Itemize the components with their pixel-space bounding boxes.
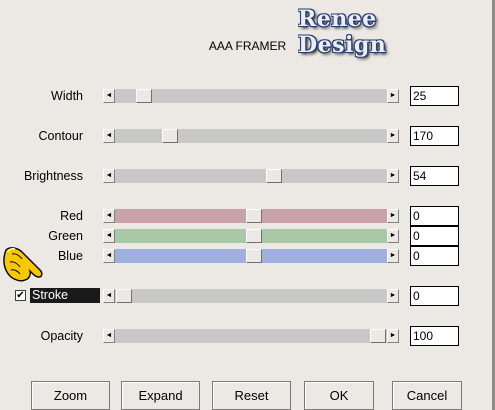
stroke-slider-right-arrow[interactable]: ►: [387, 289, 399, 303]
blue-slider[interactable]: ◄ ►: [103, 249, 399, 263]
zoom-button[interactable]: Zoom: [31, 381, 110, 410]
reset-button[interactable]: Reset: [212, 381, 291, 410]
contour-label: Contour: [38, 129, 83, 143]
expand-button[interactable]: Expand: [121, 381, 200, 410]
blue-value-field[interactable]: 0: [410, 246, 459, 266]
blue-label: Blue: [57, 249, 83, 263]
green-slider-left-arrow[interactable]: ◄: [103, 229, 115, 243]
ok-button[interactable]: OK: [304, 381, 374, 410]
red-value-field[interactable]: 0: [410, 206, 459, 226]
brightness-slider[interactable]: ◄ ►: [103, 169, 399, 183]
red-label: Red: [60, 209, 83, 223]
brightness-slider-right-arrow[interactable]: ►: [387, 169, 399, 183]
stroke-slider-left-arrow[interactable]: ◄: [103, 289, 115, 303]
pointing-hand-icon: [3, 247, 43, 282]
blue-slider-thumb[interactable]: [245, 249, 262, 263]
width-slider[interactable]: ◄ ►: [103, 89, 399, 103]
green-slider[interactable]: ◄ ►: [103, 229, 399, 243]
stroke-slider-thumb[interactable]: [116, 289, 132, 303]
width-value-field[interactable]: 25: [410, 86, 459, 106]
stroke-slider[interactable]: ◄ ►: [103, 289, 399, 303]
dialog-title: AAA FRAMER: [208, 39, 287, 53]
opacity-slider-right-arrow[interactable]: ►: [387, 329, 399, 343]
blue-slider-left-arrow[interactable]: ◄: [103, 249, 115, 263]
blue-slider-right-arrow[interactable]: ►: [387, 249, 399, 263]
brightness-slider-left-arrow[interactable]: ◄: [103, 169, 115, 183]
opacity-slider[interactable]: ◄ ►: [103, 329, 399, 343]
width-slider-thumb[interactable]: [136, 89, 153, 103]
brightness-label: Brightness: [23, 169, 83, 183]
opacity-label: Opacity: [40, 329, 83, 343]
green-slider-right-arrow[interactable]: ►: [387, 229, 399, 243]
brightness-slider-thumb[interactable]: [265, 169, 282, 183]
brightness-value-field[interactable]: 54: [410, 166, 459, 186]
red-slider-thumb[interactable]: [245, 209, 262, 223]
opacity-value-field[interactable]: 100: [410, 326, 459, 346]
red-slider[interactable]: ◄ ►: [103, 209, 399, 223]
cancel-button[interactable]: Cancel: [392, 381, 462, 410]
width-slider-right-arrow[interactable]: ►: [387, 89, 399, 103]
width-label: Width: [51, 89, 83, 103]
watermark-logo: Renee Design: [298, 6, 387, 58]
stroke-checkbox[interactable]: ✔: [15, 290, 26, 301]
width-slider-left-arrow[interactable]: ◄: [103, 89, 115, 103]
stroke-value-field[interactable]: 0: [410, 286, 459, 306]
green-label: Green: [48, 229, 83, 243]
opacity-slider-thumb[interactable]: [370, 329, 386, 343]
red-slider-left-arrow[interactable]: ◄: [103, 209, 115, 223]
opacity-slider-left-arrow[interactable]: ◄: [103, 329, 115, 343]
red-slider-right-arrow[interactable]: ►: [387, 209, 399, 223]
contour-slider-thumb[interactable]: [161, 129, 178, 143]
green-value-field[interactable]: 0: [410, 226, 459, 246]
contour-slider-right-arrow[interactable]: ►: [387, 129, 399, 143]
green-slider-thumb[interactable]: [245, 229, 262, 243]
contour-slider-left-arrow[interactable]: ◄: [103, 129, 115, 143]
stroke-label: Stroke: [30, 288, 100, 303]
contour-slider[interactable]: ◄ ►: [103, 129, 399, 143]
contour-value-field[interactable]: 170: [410, 126, 459, 146]
